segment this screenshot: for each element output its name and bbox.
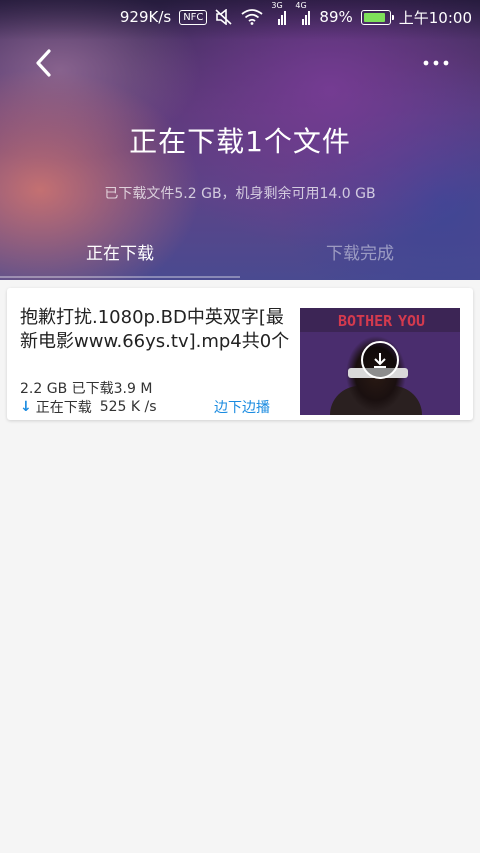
download-item[interactable]: 抱歉打扰.1080p.BD中英双字[最新电影www.66ys.tv].mp4共0… [7,288,473,420]
tab-completed[interactable]: 下载完成 [240,222,480,280]
page-title: 正在下载1个文件 [129,125,351,158]
battery-percent: 89% [319,8,353,26]
file-name: 抱歉打扰.1080p.BD中英双字[最新电影www.66ys.tv].mp4共0… [20,307,290,352]
file-size-progress: 2.2 GB 已下载3.9 M [20,381,153,397]
download-icon [374,353,386,368]
download-speed: 525 K /s [99,399,157,415]
download-list: 抱歉打扰.1080p.BD中英双字[最新电影www.66ys.tv].mp4共0… [0,280,480,853]
more-options-button[interactable] [416,48,456,78]
header-banner: 929K/s NFC 3G 4G 89% 上午10:00 正在下载1个文件 已下… [0,0,480,280]
wifi-icon [241,9,263,25]
nfc-icon: NFC [179,9,208,25]
signal-3g-icon: 3G [271,1,287,25]
signal-4g-icon: 4G [295,1,311,25]
signal-3g-label: 3G [271,1,283,10]
mute-icon [215,9,233,25]
clock: 上午10:00 [398,8,472,27]
download-arrow-icon: ↓ [20,399,32,415]
status-bar: 929K/s NFC 3G 4G 89% 上午10:00 [0,0,480,34]
back-button[interactable] [28,46,58,80]
signal-4g-label: 4G [295,1,307,10]
storage-summary: 已下载文件5.2 GB，机身剩余可用14.0 GB [104,186,376,202]
video-thumbnail[interactable]: BOTHER YOU [300,308,460,415]
tab-bar: 正在下载 下载完成 [0,222,480,280]
download-icon-button[interactable] [361,341,399,379]
play-while-downloading-button[interactable]: 边下边播 [214,397,270,417]
network-speed: 929K/s [119,8,172,26]
top-bar [0,40,480,86]
back-arrow-icon [36,49,51,77]
more-dots-icon [423,60,449,66]
battery-fill [363,12,386,22]
battery-icon [360,9,394,25]
status-text: 正在下载 [35,400,92,416]
download-status: ↓ 正在下载 525 K /s [20,397,157,417]
tab-downloading[interactable]: 正在下载 [0,222,240,280]
